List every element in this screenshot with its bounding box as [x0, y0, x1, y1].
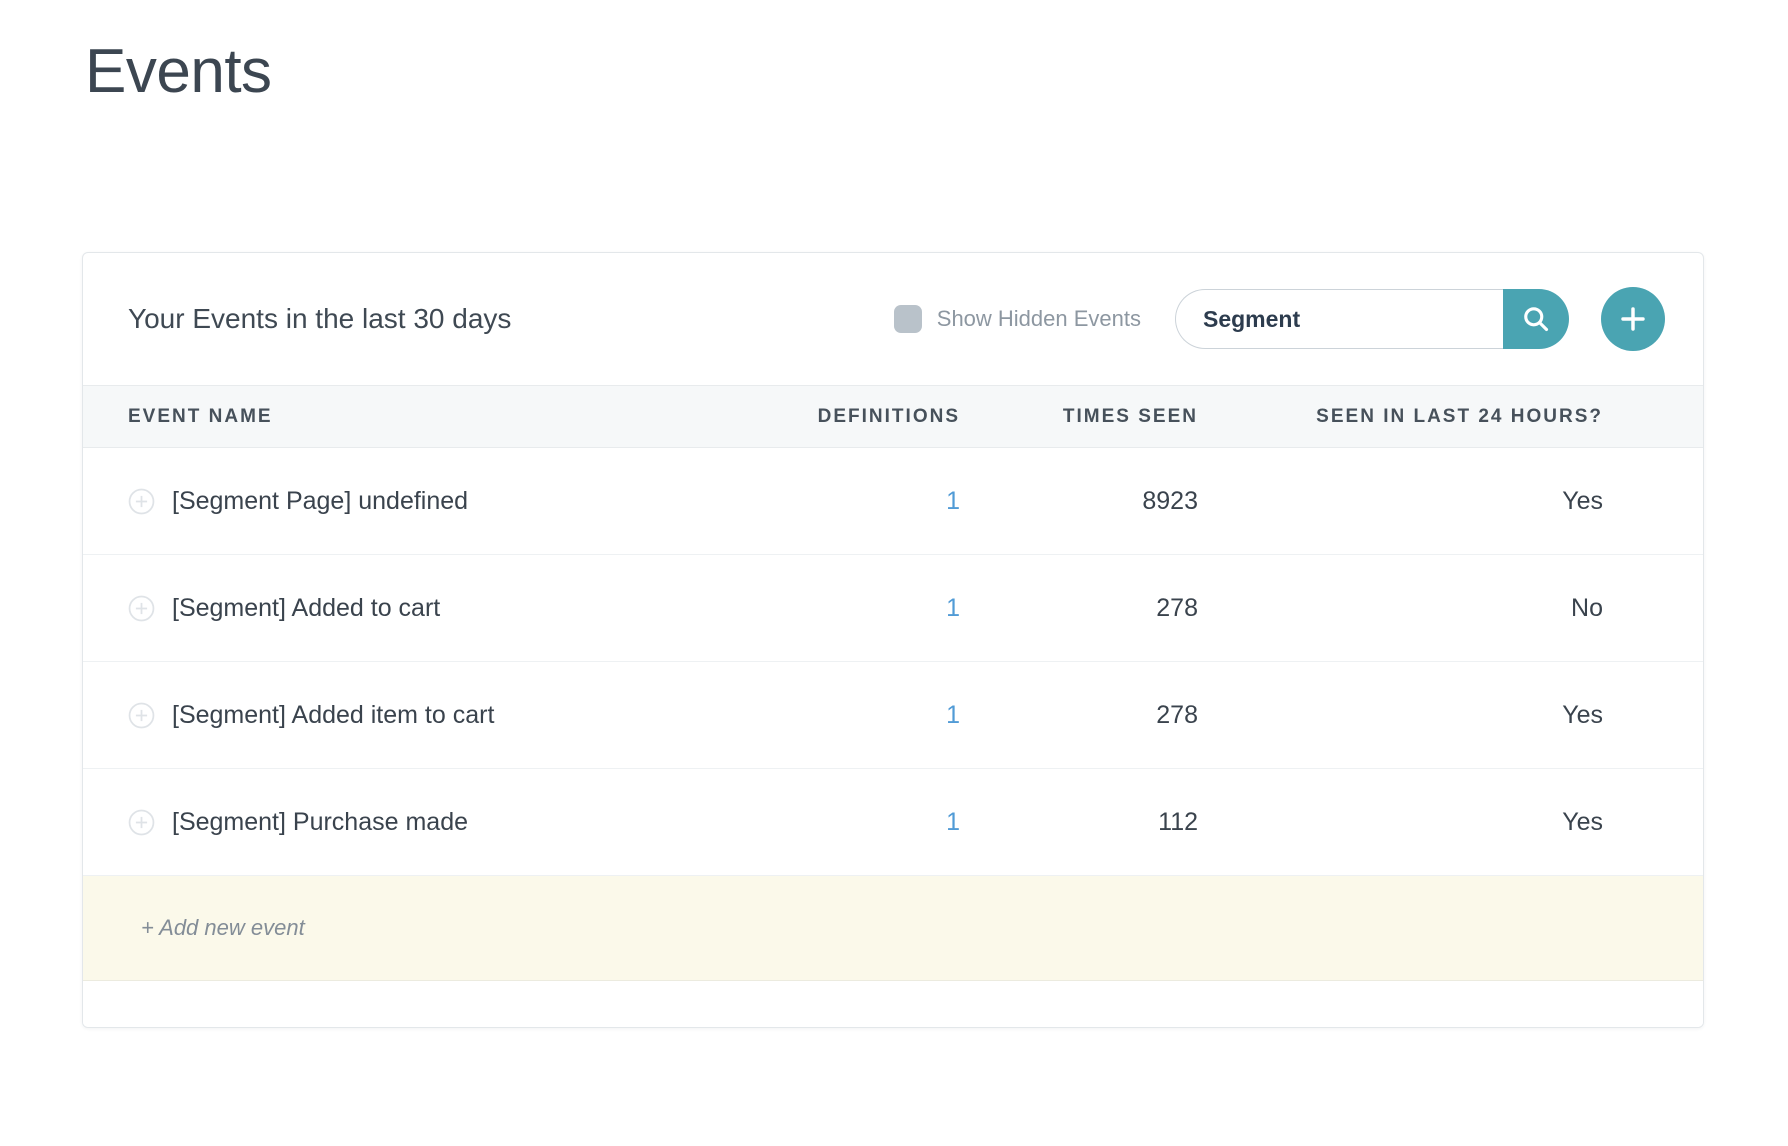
event-name-cell: [Segment] Added item to cart	[128, 701, 760, 730]
column-header-seen-24h: SEEN IN LAST 24 HOURS?	[1198, 406, 1603, 428]
event-name-cell: [Segment Page] undefined	[128, 487, 760, 516]
show-hidden-checkbox[interactable]	[894, 305, 922, 333]
definitions-link[interactable]: 1	[946, 487, 960, 515]
magnifier-icon	[1521, 304, 1551, 334]
table-row[interactable]: [Segment] Purchase made 1 112 Yes	[83, 769, 1703, 876]
definitions-link[interactable]: 1	[946, 701, 960, 729]
definitions-link[interactable]: 1	[946, 594, 960, 622]
event-name: [Segment Page] undefined	[172, 487, 468, 516]
circled-plus-icon[interactable]	[128, 702, 155, 729]
circled-plus-icon[interactable]	[128, 488, 155, 515]
add-new-event-label: + Add new event	[141, 915, 305, 941]
add-new-event-row[interactable]: + Add new event	[83, 876, 1703, 981]
plus-icon	[1617, 303, 1649, 335]
card-heading: Your Events in the last 30 days	[128, 303, 511, 335]
card-footer	[83, 981, 1703, 1027]
seen-24h-value: No	[1198, 594, 1603, 623]
event-name: [Segment] Purchase made	[172, 808, 468, 837]
times-seen-value: 278	[960, 594, 1198, 623]
search-bar	[1175, 289, 1569, 349]
column-header-definitions: DEFINITIONS	[760, 406, 960, 428]
seen-24h-value: Yes	[1198, 701, 1603, 730]
search-button[interactable]	[1503, 289, 1569, 349]
event-name: [Segment] Added to cart	[172, 594, 440, 623]
circled-plus-icon[interactable]	[128, 809, 155, 836]
times-seen-value: 112	[960, 808, 1198, 837]
page-title: Events	[85, 36, 272, 107]
seen-24h-value: Yes	[1198, 808, 1603, 837]
circled-plus-icon[interactable]	[128, 595, 155, 622]
table-row[interactable]: [Segment Page] undefined 1 8923 Yes	[83, 448, 1703, 555]
table-row[interactable]: [Segment] Added item to cart 1 278 Yes	[83, 662, 1703, 769]
definitions-link[interactable]: 1	[946, 808, 960, 836]
seen-24h-value: Yes	[1198, 487, 1603, 516]
table-header-row: EVENT NAME DEFINITIONS TIMES SEEN SEEN I…	[83, 385, 1703, 448]
event-name-cell: [Segment] Added to cart	[128, 594, 760, 623]
show-hidden-label: Show Hidden Events	[937, 306, 1141, 332]
event-name: [Segment] Added item to cart	[172, 701, 494, 730]
column-header-times-seen: TIMES SEEN	[960, 406, 1198, 428]
times-seen-value: 8923	[960, 487, 1198, 516]
event-name-cell: [Segment] Purchase made	[128, 808, 760, 837]
card-header: Your Events in the last 30 days Show Hid…	[83, 253, 1703, 385]
table-row[interactable]: [Segment] Added to cart 1 278 No	[83, 555, 1703, 662]
header-controls: Show Hidden Events	[894, 287, 1665, 351]
column-header-event-name: EVENT NAME	[128, 406, 760, 428]
add-event-button[interactable]	[1601, 287, 1665, 351]
search-input[interactable]	[1175, 289, 1503, 349]
events-card: Your Events in the last 30 days Show Hid…	[82, 252, 1704, 1028]
times-seen-value: 278	[960, 701, 1198, 730]
